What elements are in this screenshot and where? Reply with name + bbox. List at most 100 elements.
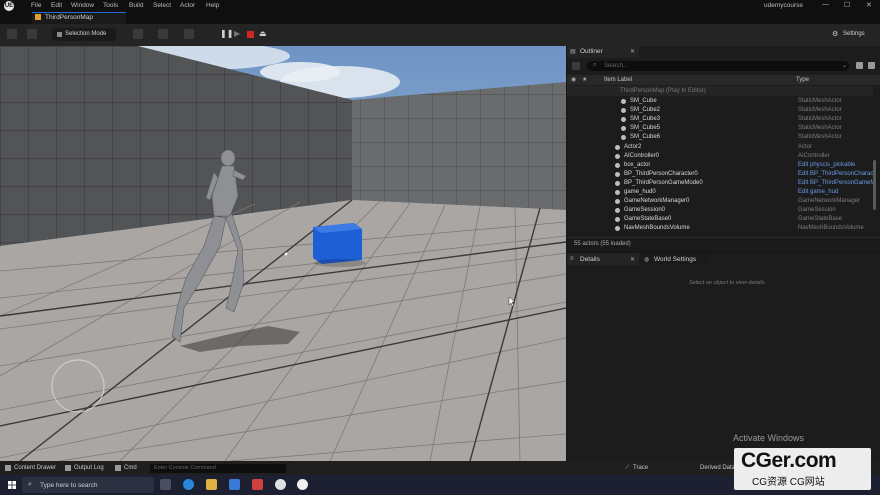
close-icon[interactable]: ✕ (630, 256, 635, 263)
close-button[interactable]: ✕ (866, 1, 872, 9)
table-row[interactable]: Actor2 Actor (567, 143, 873, 152)
table-row[interactable]: BP_ThirdPersonGameMode0 Edit BP_ThirdPers… (567, 179, 875, 188)
add-actor-icon[interactable] (133, 29, 143, 39)
row-label: GameStateBase0 (624, 216, 672, 223)
row-type: StaticMeshActor (798, 107, 842, 114)
menu-file[interactable]: File (31, 2, 41, 9)
stop-button[interactable] (247, 31, 254, 38)
actor-icon (615, 171, 620, 177)
output-log-button[interactable]: Output Log (74, 465, 104, 471)
globe-icon: ◍ (644, 257, 650, 263)
cinematics-icon[interactable] (184, 29, 194, 39)
edge-icon[interactable] (183, 479, 194, 490)
menu-help[interactable]: Help (206, 2, 219, 9)
trace-icon: ⟋ (625, 465, 630, 471)
trace-button[interactable]: Trace (633, 465, 648, 471)
cmd-dropdown[interactable]: Cmd (124, 465, 137, 471)
menu-edit[interactable]: Edit (51, 2, 62, 9)
step-icon[interactable]: ▶ (234, 29, 240, 38)
chevron-down-icon[interactable]: ⌄ (842, 62, 847, 69)
star-icon[interactable]: ★ (582, 76, 587, 83)
table-row[interactable]: SM_Cube3 StaticMeshActor (567, 115, 873, 124)
level-icon (35, 14, 41, 20)
gear-icon[interactable]: ⚙ (832, 30, 838, 38)
settings-button[interactable]: Settings (843, 31, 865, 37)
root-label: ThirdPersonMap (Play In Editor) (620, 88, 706, 94)
close-icon[interactable]: ✕ (630, 48, 635, 55)
actor-icon (621, 99, 626, 104)
table-row[interactable]: NavMeshBoundsVolume NavMeshBoundsVolume (567, 224, 873, 233)
table-row[interactable]: SM_Cube6 StaticMeshActor (567, 133, 873, 142)
menu-tools[interactable]: Tools (103, 2, 118, 9)
add-filter-icon[interactable] (572, 62, 580, 70)
outliner-scrollbar[interactable] (873, 160, 876, 210)
eject-icon[interactable]: ⏏ (259, 29, 267, 38)
row-type[interactable]: Edit BP_ThirdPersonCharac (798, 171, 873, 177)
outliner-root-row[interactable] (567, 86, 873, 96)
table-row[interactable]: SM_Cube2 StaticMeshActor (567, 106, 873, 115)
menu-window[interactable]: Window (71, 2, 94, 9)
unreal-taskbar-icon[interactable] (297, 479, 308, 490)
row-label: Actor2 (624, 143, 642, 150)
search-icon: ⌕ (28, 481, 32, 488)
row-label: BP_ThirdPersonGameMode0 (624, 179, 703, 186)
chrome-icon[interactable] (275, 479, 286, 490)
row-type[interactable]: Edit BP_ThirdPersonGameM (798, 180, 875, 186)
row-type: StaticMeshActor (798, 98, 842, 104)
row-label: box_actor (624, 161, 651, 168)
row-type: GameNetworkManager (798, 198, 861, 205)
selection-mode-label: Selection Mode (65, 31, 107, 37)
row-label: SM_Cube3 (630, 116, 661, 123)
table-row[interactable]: BP_ThirdPersonCharacter0 Edit BP_ThirdPer… (567, 170, 873, 179)
table-row[interactable]: GameStateBase0 GameStateBase (567, 215, 873, 224)
table-row[interactable]: GameNetworkManager0 GameNetworkManager (567, 197, 873, 206)
row-type[interactable]: Edit game_hud (798, 189, 838, 195)
column-item-label[interactable]: Item Label (604, 77, 632, 83)
maximize-button[interactable]: ☐ (844, 1, 850, 9)
tab-details[interactable] (567, 253, 639, 265)
visibility-icon[interactable]: ◉ (571, 76, 576, 83)
actor-icon (615, 190, 620, 195)
derived-data-button[interactable]: Derived Data (700, 465, 735, 471)
unreal-logo-icon: UE (4, 1, 14, 11)
taskbar-search-placeholder: Type here to search (40, 482, 98, 489)
level-viewport[interactable] (0, 46, 566, 461)
menu-select[interactable]: Select (153, 2, 171, 9)
menu-build[interactable]: Build (129, 2, 143, 9)
table-row[interactable]: game_hud0 Edit game_hud (567, 188, 873, 197)
content-drawer-button[interactable]: Content Drawer (14, 465, 56, 471)
windows-start-icon[interactable] (8, 481, 16, 489)
table-row[interactable]: box_actor Edit physcis_pickable (567, 161, 873, 170)
column-type[interactable]: Type (796, 77, 809, 83)
save-icon[interactable] (7, 29, 17, 39)
actor-icon (615, 217, 620, 223)
project-name: udemycourse (764, 2, 804, 9)
cmd-icon (115, 465, 121, 471)
actor-icon (615, 199, 620, 205)
actor-icon (621, 108, 626, 114)
minimize-button[interactable]: — (822, 1, 829, 8)
content-browser-icon[interactable] (27, 29, 37, 39)
folder-icon[interactable] (856, 62, 863, 69)
row-label: GameNetworkManager0 (624, 198, 690, 205)
actor-icon (615, 180, 620, 186)
table-row[interactable]: GameSession0 GameSession (567, 206, 873, 215)
settings-icon[interactable] (868, 62, 875, 69)
row-label: game_hud0 (624, 189, 656, 195)
actor-icon (615, 162, 620, 168)
table-row[interactable]: SM_Cube5 StaticMeshActor (567, 124, 873, 133)
watermark-subtext: CG资源 CG网站 (752, 477, 825, 488)
pause-icon[interactable]: ❚❚ (220, 29, 233, 39)
blueprint-icon[interactable] (158, 29, 168, 39)
task-view-icon[interactable] (160, 479, 171, 490)
mail-icon[interactable] (252, 479, 263, 490)
menu-actor[interactable]: Actor (180, 2, 195, 9)
table-row[interactable]: AIController0 AIController (567, 152, 873, 161)
tab-outliner[interactable] (567, 46, 639, 58)
store-icon[interactable] (229, 479, 240, 490)
table-row[interactable]: SM_Cube StaticMeshActor (567, 97, 873, 106)
file-explorer-icon[interactable] (206, 479, 217, 490)
cursor-icon (57, 32, 62, 37)
row-type[interactable]: Edit physcis_pickable (798, 162, 855, 168)
actor-icon (615, 144, 620, 150)
